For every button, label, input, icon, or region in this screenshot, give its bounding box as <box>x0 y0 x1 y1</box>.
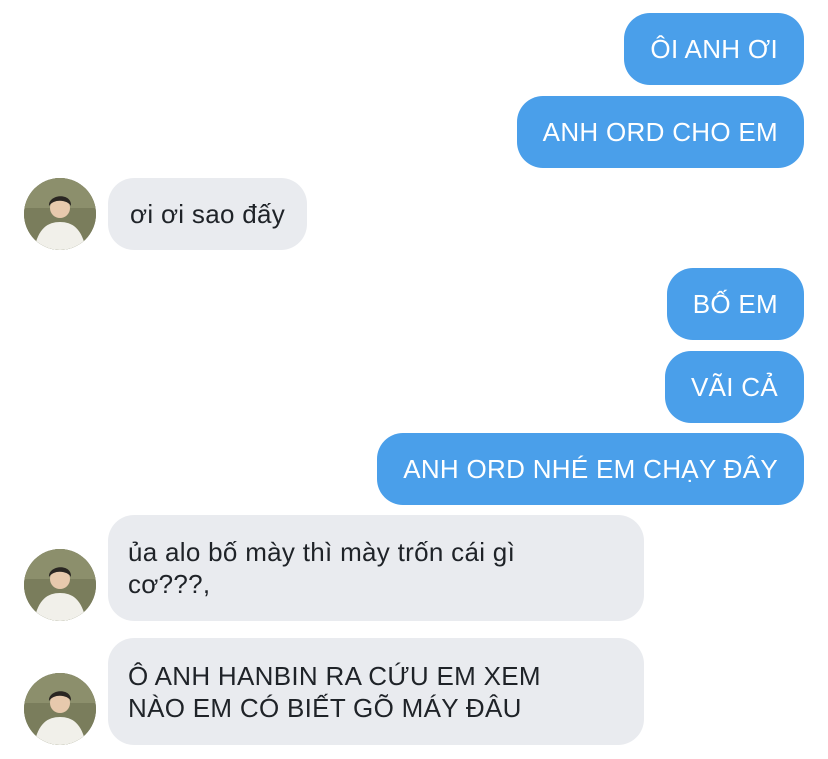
incoming-message-bubble[interactable]: Ô ANH HANBIN RA CỨU EM XEM NÀO EM CÓ BIẾ… <box>108 638 644 745</box>
outgoing-message-bubble[interactable]: BỐ EM <box>666 268 804 340</box>
message-text: ANH ORD NHÉ EM CHẠY ĐÂY <box>403 454 778 484</box>
incoming-message-bubble[interactable]: ủa alo bố mày thì mày trốn cái gì cơ???, <box>108 515 644 621</box>
avatar-photo-icon <box>24 549 96 621</box>
message-text-line: cơ???, <box>128 569 211 599</box>
contact-avatar[interactable] <box>24 178 96 250</box>
chat-thread: ÔI ANH ƠI ANH ORD CHO EM ơi ơi sao đấy B… <box>0 0 828 759</box>
message-text: ÔI ANH ƠI <box>650 34 778 64</box>
message-text: BỐ EM <box>692 289 778 319</box>
outgoing-message-bubble[interactable]: ÔI ANH ƠI <box>624 13 804 85</box>
message-text: ơi ơi sao đấy <box>130 199 286 229</box>
avatar-photo-icon <box>24 178 96 250</box>
outgoing-message-bubble[interactable]: ANH ORD CHO EM <box>516 96 804 168</box>
message-text-line: Ô ANH HANBIN RA CỨU EM XEM <box>128 660 541 691</box>
message-text-line: NÀO EM CÓ BIẾT GÕ MÁY ĐÂU <box>128 692 522 723</box>
message-text: VÃI CẢ <box>690 372 778 402</box>
message-text-line: ủa alo bố mày thì mày trốn cái gì <box>128 537 516 567</box>
incoming-message-bubble[interactable]: ơi ơi sao đấy <box>108 178 308 250</box>
outgoing-message-bubble[interactable]: ANH ORD NHÉ EM CHẠY ĐÂY <box>377 433 804 505</box>
contact-avatar[interactable] <box>24 549 96 621</box>
outgoing-message-bubble[interactable]: VÃI CẢ <box>664 351 804 423</box>
message-text: ANH ORD CHO EM <box>542 117 778 147</box>
contact-avatar[interactable] <box>24 673 96 745</box>
avatar-photo-icon <box>24 673 96 745</box>
